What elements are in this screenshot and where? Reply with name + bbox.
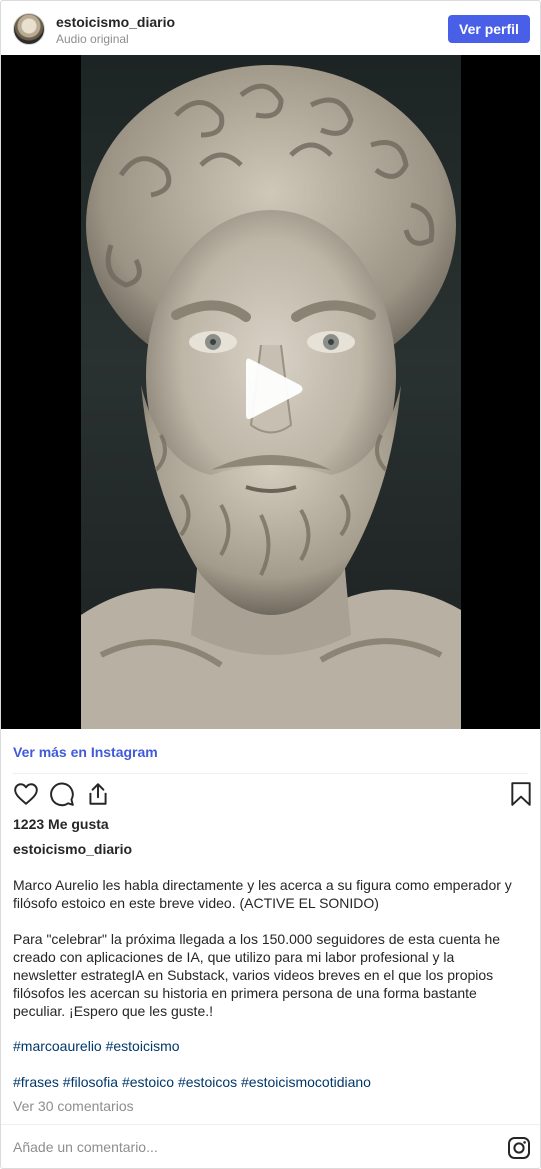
instagram-icon[interactable] (507, 1136, 531, 1160)
play-icon[interactable] (242, 355, 306, 423)
post-header: estoicismo_diario Audio original Ver per… (1, 1, 540, 55)
caption-paragraph: Marco Aurelio les habla directamente y l… (13, 877, 512, 911)
add-comment-field[interactable]: Añade un comentario... (13, 1139, 158, 1155)
heart-icon[interactable] (13, 781, 39, 807)
hashtags-line[interactable]: #frases #filosofia #estoico #estoicos #e… (13, 1074, 371, 1090)
hashtags-line[interactable]: #marcoaurelio #estoicismo (13, 1038, 180, 1054)
caption-paragraph: Para "celebrar" la próxima llegada a los… (13, 931, 501, 1019)
caption-username[interactable]: estoicismo_diario (13, 841, 132, 857)
view-comments-link[interactable]: Ver 30 comentarios (13, 1098, 134, 1114)
action-bar (13, 781, 531, 809)
share-icon[interactable] (85, 781, 111, 807)
bookmark-icon[interactable] (508, 781, 534, 807)
audio-label[interactable]: Audio original (56, 32, 129, 46)
comment-icon[interactable] (49, 781, 75, 807)
video-player[interactable] (1, 55, 540, 729)
divider (1, 1124, 540, 1125)
avatar[interactable] (13, 13, 45, 45)
post-caption: Marco Aurelio les habla directamente y l… (13, 876, 518, 1020)
instagram-embed-card: estoicismo_diario Audio original Ver per… (0, 0, 541, 1169)
header-username[interactable]: estoicismo_diario (56, 14, 175, 30)
view-profile-button[interactable]: Ver perfil (448, 15, 530, 43)
video-frame[interactable] (81, 55, 461, 729)
likes-count[interactable]: 1223 Me gusta (13, 816, 109, 832)
view-more-on-instagram-link[interactable]: Ver más en Instagram (13, 744, 158, 760)
divider (13, 773, 528, 774)
